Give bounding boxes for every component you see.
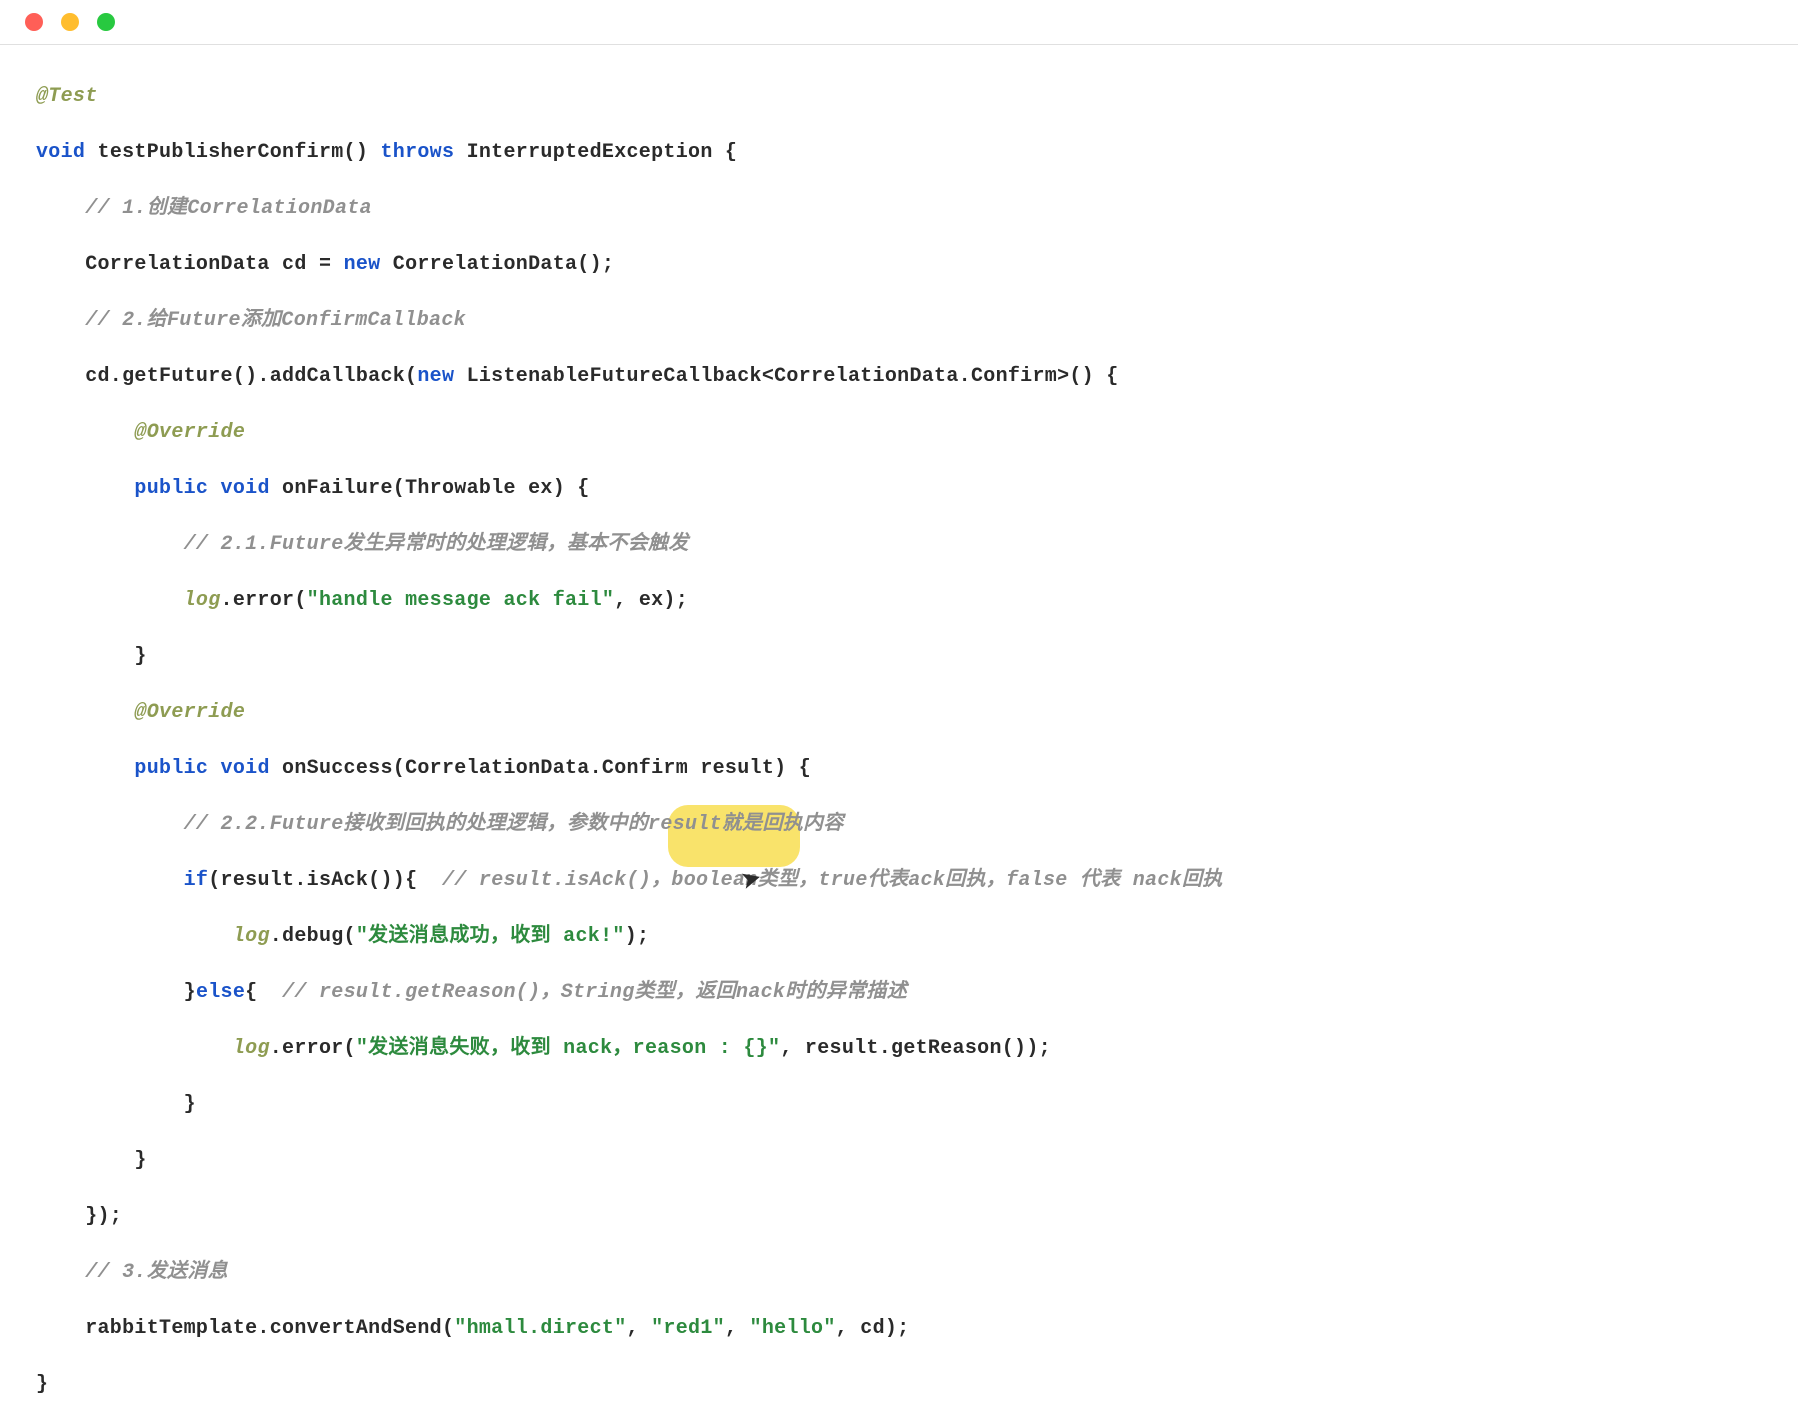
code-text <box>36 869 184 892</box>
code-text: } <box>36 1373 48 1396</box>
log-var: log <box>233 925 270 948</box>
string-literal: "hello" <box>750 1317 836 1340</box>
code-text: } <box>36 645 147 668</box>
code-text: InterruptedException { <box>454 141 737 164</box>
window-titlebar <box>0 0 1798 45</box>
code-text: , <box>725 1317 750 1340</box>
log-var: log <box>184 589 221 612</box>
code-text: , <box>627 1317 652 1340</box>
comment-line: // 2.1.Future发生异常时的处理逻辑，基本不会触发 <box>36 533 689 556</box>
comment-line: // 1.创建CorrelationData <box>36 197 372 220</box>
string-literal: "发送消息成功，收到 ack!" <box>356 925 625 948</box>
comment-line: // 3.发送消息 <box>36 1261 228 1284</box>
keyword-void: void <box>36 141 85 164</box>
code-text: , ex); <box>614 589 688 612</box>
code-text: } <box>36 1149 147 1172</box>
string-literal: "发送消息失败，收到 nack，reason : {}" <box>356 1037 780 1060</box>
string-literal: "red1" <box>651 1317 725 1340</box>
code-text: ); <box>625 925 650 948</box>
code-text: .error( <box>221 589 307 612</box>
keyword-else: else <box>196 981 245 1004</box>
code-editor[interactable]: @Test void testPublisherConfirm() throws… <box>0 45 1798 1427</box>
code-text: (result.isAck()){ <box>208 869 442 892</box>
annotation-test: @Test <box>36 85 98 108</box>
minimize-icon[interactable] <box>61 13 79 31</box>
code-text: ListenableFutureCallback<CorrelationData… <box>454 365 1118 388</box>
code-text <box>36 925 233 948</box>
comment-line: // result.getReason()，String类型，返回nack时的异… <box>282 981 907 1004</box>
annotation-override: @Override <box>36 421 245 444</box>
comment-line: // result.isAck()，boolean类型，true代表ack回执，… <box>442 869 1223 892</box>
close-icon[interactable] <box>25 13 43 31</box>
keyword-new: new <box>417 365 454 388</box>
maximize-icon[interactable] <box>97 13 115 31</box>
code-text: .error( <box>270 1037 356 1060</box>
keyword-new: new <box>344 253 381 276</box>
annotation-override: @Override <box>36 701 245 724</box>
method-name: testPublisherConfirm() <box>85 141 380 164</box>
code-text: .debug( <box>270 925 356 948</box>
string-literal: "handle message ack fail" <box>307 589 615 612</box>
string-literal: "hmall.direct" <box>454 1317 626 1340</box>
keyword-void: void <box>208 477 270 500</box>
keyword-public: public <box>36 757 208 780</box>
code-text: } <box>36 981 196 1004</box>
keyword-if: if <box>184 869 209 892</box>
log-var: log <box>233 1037 270 1060</box>
code-text: { <box>245 981 282 1004</box>
code-text: rabbitTemplate.convertAndSend( <box>36 1317 454 1340</box>
code-text: }); <box>36 1205 122 1228</box>
keyword-public: public <box>36 477 208 500</box>
code-text: } <box>36 1093 196 1116</box>
code-text <box>36 1037 233 1060</box>
code-text: , result.getReason()); <box>780 1037 1051 1060</box>
comment-line: // 2.给Future添加ConfirmCallback <box>36 309 466 332</box>
code-text: onFailure(Throwable ex) { <box>270 477 590 500</box>
keyword-throws: throws <box>380 141 454 164</box>
code-text: cd.getFuture().addCallback( <box>36 365 417 388</box>
code-text: onSuccess(CorrelationData.Confirm result… <box>270 757 811 780</box>
code-text <box>36 589 184 612</box>
code-text: CorrelationData(); <box>380 253 614 276</box>
code-text: , cd); <box>836 1317 910 1340</box>
code-text: CorrelationData cd = <box>36 253 344 276</box>
keyword-void: void <box>208 757 270 780</box>
comment-line: // 2.2.Future接收到回执的处理逻辑，参数中的result就是回执内容 <box>36 813 844 836</box>
